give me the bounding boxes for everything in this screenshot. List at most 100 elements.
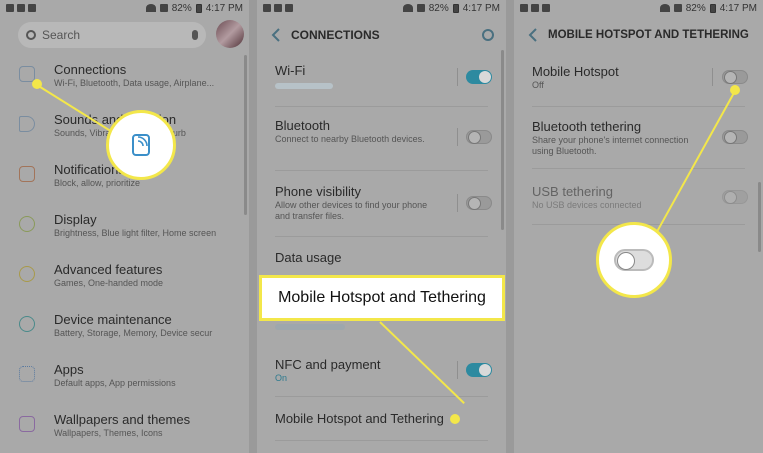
connections-screen: 82% 4:17 PM CONNECTIONS Wi-Fi Bluetooth … xyxy=(257,0,506,453)
mobile-hotspot-row[interactable]: Mobile Hotspot and Tethering xyxy=(257,411,506,431)
settings-item-subtitle: Wallpapers, Themes, Icons xyxy=(54,428,163,438)
status-bar: 82% 4:17 PM xyxy=(257,0,506,16)
bluetooth-row[interactable]: Bluetooth Connect to nearby Bluetooth de… xyxy=(257,118,506,162)
nfc-toggle[interactable] xyxy=(466,363,492,377)
mobile-hotspot-toggle[interactable] xyxy=(722,70,748,84)
row-title: NFC and payment xyxy=(275,357,381,372)
divider xyxy=(457,361,458,379)
settings-item-display[interactable]: Display Brightness, Blue light filter, H… xyxy=(0,212,249,248)
advanced-icon xyxy=(19,266,37,284)
divider xyxy=(532,168,745,169)
notification-icon xyxy=(274,4,282,12)
settings-item-maintenance[interactable]: Device maintenance Battery, Storage, Mem… xyxy=(0,312,249,348)
maintenance-icon xyxy=(19,316,37,334)
wifi-icon xyxy=(402,4,413,12)
data-usage-row[interactable]: Data usage xyxy=(257,250,506,270)
usb-tethering-row: USB tethering No USB devices connected xyxy=(514,184,763,216)
notification-icon xyxy=(531,4,539,12)
scrollbar[interactable] xyxy=(501,50,504,230)
wifi-toggle[interactable] xyxy=(466,70,492,84)
volume-icon xyxy=(19,116,37,134)
settings-item-title: Apps xyxy=(54,362,84,377)
notification-icon xyxy=(285,4,293,12)
row-title: Bluetooth tethering xyxy=(532,119,642,134)
notifications-icon xyxy=(19,166,37,184)
settings-item-title: Device maintenance xyxy=(54,312,172,327)
usb-tethering-toggle xyxy=(722,190,748,204)
settings-item-apps[interactable]: Apps Default apps, App permissions xyxy=(0,362,249,398)
status-bar: 82% 4:17 PM xyxy=(0,0,249,16)
settings-item-title: Wallpapers and themes xyxy=(54,412,191,427)
app-bar: CONNECTIONS xyxy=(257,24,506,46)
wifi-row[interactable]: Wi-Fi xyxy=(257,63,506,103)
clock: 4:17 PM xyxy=(205,2,243,14)
signal-icon xyxy=(159,4,168,12)
battery-percent: 82% xyxy=(428,2,449,14)
settings-item-title: Advanced features xyxy=(54,262,163,277)
clock: 4:17 PM xyxy=(462,2,500,14)
row-title: Wi-Fi xyxy=(275,63,306,78)
battery-icon xyxy=(195,3,202,13)
network-name-redacted xyxy=(275,83,333,89)
divider xyxy=(457,68,458,86)
row-subtitle: Off xyxy=(532,80,544,90)
row-title: USB tethering xyxy=(532,184,613,199)
zoom-callout xyxy=(596,222,672,298)
row-subtitle: No USB devices connected xyxy=(532,200,642,210)
search-placeholder: Search xyxy=(42,28,81,42)
gallery-icon xyxy=(520,4,528,12)
settings-item-subtitle: Wi-Fi, Bluetooth, Data usage, Airplane..… xyxy=(54,78,215,88)
notification-icon xyxy=(17,4,25,12)
settings-item-title: Connections xyxy=(54,62,127,77)
apps-icon xyxy=(19,366,37,384)
mobile-hotspot-row[interactable]: Mobile Hotspot Off xyxy=(514,64,763,96)
signal-icon xyxy=(416,4,425,12)
search-icon[interactable] xyxy=(482,29,494,41)
row-title: Mobile Hotspot and Tethering xyxy=(275,411,444,426)
hotspot-callout-label: Mobile Hotspot and Tethering xyxy=(259,275,505,321)
bluetooth-toggle[interactable] xyxy=(466,130,492,144)
settings-item-advanced[interactable]: Advanced features Games, One-handed mode xyxy=(0,262,249,298)
page-title: CONNECTIONS xyxy=(291,28,380,42)
battery-percent: 82% xyxy=(171,2,192,14)
search-bar[interactable]: Search xyxy=(18,22,206,48)
network-name-redacted xyxy=(275,324,345,330)
row-title: Phone visibility xyxy=(275,184,361,199)
row-title: Mobile Hotspot xyxy=(532,64,619,79)
display-icon xyxy=(19,216,37,234)
battery-percent: 82% xyxy=(685,2,706,14)
wifi-icon xyxy=(659,4,670,12)
notification-icon xyxy=(542,4,550,12)
page-title: MOBILE HOTSPOT AND TETHERING xyxy=(548,29,749,41)
settings-item-subtitle: Games, One-handed mode xyxy=(54,278,164,288)
row-title: Data usage xyxy=(275,250,342,265)
gallery-icon xyxy=(263,4,271,12)
row-subtitle: On xyxy=(275,373,288,383)
bluetooth-tethering-toggle[interactable] xyxy=(722,130,748,144)
microphone-icon[interactable] xyxy=(192,30,198,40)
scrollbar[interactable] xyxy=(244,55,247,215)
settings-item-subtitle: Block, allow, prioritize xyxy=(54,178,141,188)
row-subtitle: Connect to nearby Bluetooth devices. xyxy=(275,134,425,144)
wifi-icon xyxy=(145,4,156,12)
row-title: Bluetooth xyxy=(275,118,330,133)
row-subtitle: Share your phone's internet connection u… xyxy=(532,135,689,156)
settings-item-wallpapers[interactable]: Wallpapers and themes Wallpapers, Themes… xyxy=(0,412,249,448)
bluetooth-tethering-row[interactable]: Bluetooth tethering Share your phone's i… xyxy=(514,119,763,161)
phone-visibility-row[interactable]: Phone visibility Allow other devices to … xyxy=(257,184,506,228)
back-arrow-icon[interactable] xyxy=(528,28,538,42)
search-icon xyxy=(26,30,36,40)
avatar[interactable] xyxy=(216,20,244,48)
nfc-row[interactable]: NFC and payment On xyxy=(257,357,506,391)
divider xyxy=(457,194,458,212)
signal-icon xyxy=(673,4,682,12)
mobile-hotspot-toggle-zoomed xyxy=(614,249,654,271)
divider xyxy=(712,68,713,86)
settings-item-subtitle: Default apps, App permissions xyxy=(54,378,176,388)
status-bar: 82% 4:17 PM xyxy=(514,0,763,16)
zoom-callout xyxy=(106,110,176,180)
phone-visibility-toggle[interactable] xyxy=(466,196,492,210)
notification-icon xyxy=(28,4,36,12)
back-arrow-icon[interactable] xyxy=(271,28,281,42)
scrollbar[interactable] xyxy=(758,182,761,252)
